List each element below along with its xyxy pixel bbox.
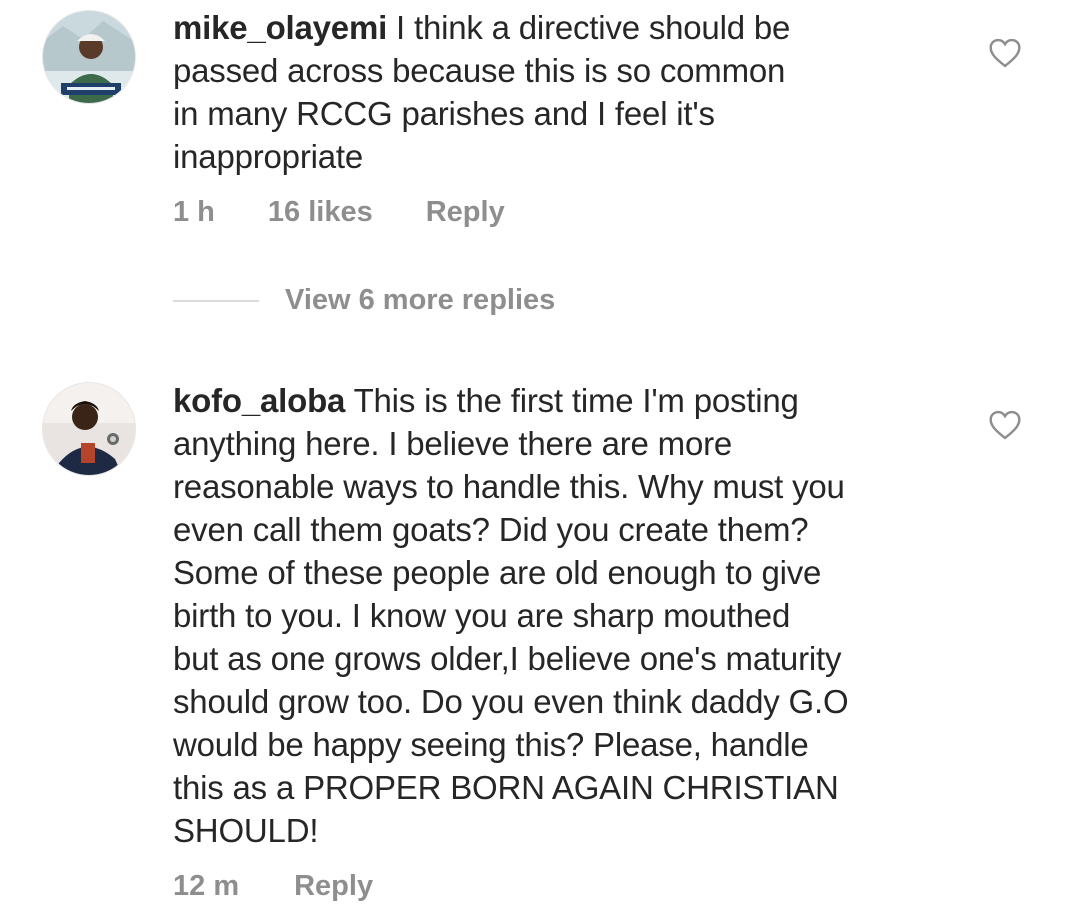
reply-button[interactable]: Reply: [426, 196, 505, 229]
comment-time: 1 h: [173, 196, 215, 228]
like-heart-icon[interactable]: [988, 410, 1022, 440]
comment-body: kofo_aloba This is the first time I'm po…: [173, 379, 849, 852]
comment-likes[interactable]: 16 likes: [268, 196, 373, 229]
comment-meta: 12 m Reply: [173, 870, 373, 903]
like-heart-icon[interactable]: [988, 38, 1022, 68]
profile-photo-icon: [43, 11, 135, 103]
avatar[interactable]: [42, 10, 136, 104]
comment-body: mike_olayemi I think a directive should …: [173, 6, 790, 178]
comment-meta: 1 h 16 likes Reply: [173, 196, 505, 229]
comment-username[interactable]: mike_olayemi: [173, 9, 387, 46]
comment-username[interactable]: kofo_aloba: [173, 382, 345, 419]
view-more-replies[interactable]: View 6 more replies: [173, 284, 555, 317]
comment-text: This is the first time I'm posting anyth…: [173, 382, 849, 849]
replies-divider: [173, 299, 259, 302]
avatar[interactable]: [42, 382, 136, 476]
profile-photo-icon: [43, 383, 135, 475]
comment-time: 12 m: [173, 870, 240, 902]
view-replies-label[interactable]: View 6 more replies: [285, 284, 555, 317]
reply-button[interactable]: Reply: [294, 870, 373, 903]
